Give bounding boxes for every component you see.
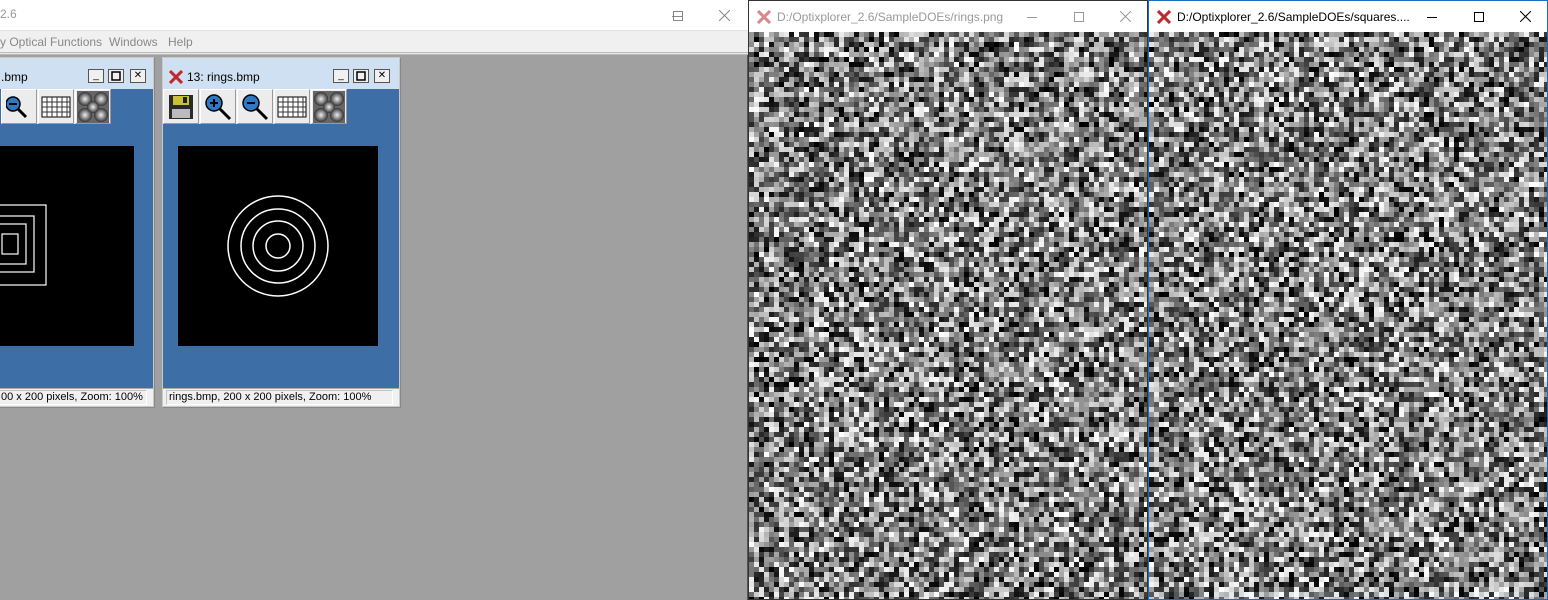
phase-noise-pattern [1149,32,1547,599]
child-image-area [163,89,399,388]
optixplorer-x-icon [169,70,183,84]
floppy-disk-icon [169,94,193,119]
grid-button[interactable] [38,89,74,124]
optixplorer-x-icon [757,10,771,24]
main-title-bar[interactable]: 2.6 [0,0,748,31]
squares-image [0,146,134,346]
close-button[interactable] [1502,1,1548,32]
status-text: rings.bmp, 200 x 200 pixels, Zoom: 100% [169,391,372,403]
close-icon [1119,11,1131,22]
rings-png-window[interactable]: D:/Optixplorer_2.6/SampleDOEs/rings.png [748,0,1148,600]
zoom-out-icon [242,93,269,120]
optixplorer-x-icon [1157,10,1171,24]
maximize-button[interactable] [1056,1,1102,32]
phase-pattern-button[interactable] [311,89,347,124]
squares-png-window[interactable]: D:/Optixplorer_2.6/SampleDOEs/squares...… [1148,0,1548,600]
child-title-bar[interactable]: 13: rings.bmp _ ✕ [163,58,399,89]
rings-png-title-bar[interactable]: D:/Optixplorer_2.6/SampleDOEs/rings.png [749,1,1147,32]
menu-windows[interactable]: Windows [109,35,158,49]
phase-pattern-icon [77,90,109,123]
child-close-button[interactable]: ✕ [374,69,390,83]
minimize-icon [1427,16,1437,18]
child-title: 13: rings.bmp [187,70,260,84]
grid-button[interactable] [274,89,310,124]
close-button[interactable] [1102,1,1148,32]
maximize-icon [356,71,366,81]
menu-help[interactable]: Help [168,35,193,49]
child-window-squares[interactable]: .bmp _ ✕ 00 x 200 pixels, Zoom: 100% [0,57,154,407]
zoom-out-button[interactable] [1,89,37,124]
menu-separator [0,53,748,55]
minimize-button[interactable] [1409,1,1455,32]
minimize-icon [1027,16,1037,18]
rings-png-title: D:/Optixplorer_2.6/SampleDOEs/rings.png [777,10,1004,24]
maximize-icon [673,10,683,21]
maximize-icon [1474,11,1484,22]
child-minimize-button[interactable]: _ [333,69,349,83]
rings-phase-image [749,32,1147,599]
minimize-button[interactable] [1009,1,1055,32]
maximize-button[interactable] [655,0,701,31]
child-close-button[interactable]: ✕ [130,69,146,83]
child-maximize-button[interactable] [108,69,124,83]
child-toolbar [1,89,111,124]
rings-pattern [227,195,329,297]
zoom-in-button[interactable] [200,89,236,124]
grid-icon [41,96,71,117]
child-toolbar [163,89,347,124]
phase-pattern-icon [313,90,345,123]
squares-pattern [0,204,47,286]
maximize-icon [111,71,121,81]
close-icon [1519,11,1531,22]
close-button[interactable] [701,0,747,31]
status-bar: 00 x 200 pixels, Zoom: 100% [0,388,153,406]
child-minimize-button[interactable]: _ [88,69,104,83]
maximize-icon [1074,11,1084,22]
zoom-out-icon [6,95,28,118]
squares-png-title-bar[interactable]: D:/Optixplorer_2.6/SampleDOEs/squares...… [1149,1,1547,32]
grid-icon [277,96,307,117]
menu-bar: y Optical Functions Windows Help [0,31,748,53]
main-window-title: 2.6 [0,7,17,21]
child-image-area [0,89,153,388]
save-button[interactable] [163,89,199,124]
phase-pattern-button[interactable] [75,89,111,124]
child-maximize-button[interactable] [353,69,369,83]
squares-png-title: D:/Optixplorer_2.6/SampleDOEs/squares...… [1177,10,1410,24]
close-icon [718,10,730,21]
child-window-rings[interactable]: 13: rings.bmp _ ✕ rings.bmp, 200 x 200 p… [162,57,400,407]
menu-optical-functions[interactable]: y Optical Functions [0,35,102,49]
zoom-out-button[interactable] [237,89,273,124]
rings-image [178,146,378,346]
child-title-bar[interactable]: .bmp _ ✕ [0,58,153,89]
status-text: 00 x 200 pixels, Zoom: 100% [1,391,143,403]
main-app-window: 2.6 y Optical Functions Windows Help .bm… [0,0,748,600]
phase-noise-pattern [749,32,1147,599]
status-bar: rings.bmp, 200 x 200 pixels, Zoom: 100% [163,388,399,406]
child-title: .bmp [1,70,28,84]
zoom-in-icon [205,93,232,120]
maximize-button[interactable] [1456,1,1502,32]
squares-phase-image [1149,32,1547,599]
